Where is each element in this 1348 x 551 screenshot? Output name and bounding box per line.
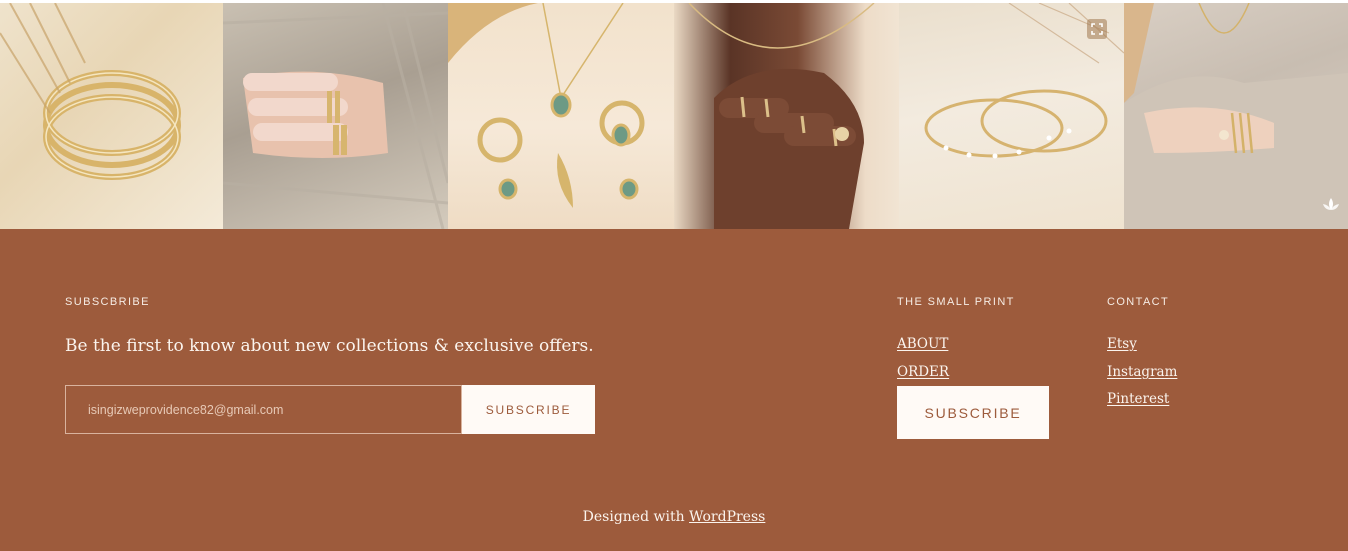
hand-rings-illustration	[688, 3, 875, 229]
gallery-image-hand-rings[interactable]	[674, 3, 899, 229]
subscribe-heading: SUBSCBRIBE	[65, 296, 150, 308]
leaf-logo-icon	[1320, 195, 1342, 217]
subscribe-tagline: Be the first to know about new collectio…	[65, 336, 594, 356]
rings-illustration	[223, 3, 448, 229]
gallery-image-model[interactable]	[1124, 3, 1348, 229]
instagram-gallery	[0, 0, 1348, 229]
gallery-image-bangles[interactable]	[0, 3, 223, 229]
footer-link-about[interactable]: ABOUT	[897, 336, 948, 352]
site-credit: Designed with WordPress	[0, 509, 1348, 525]
small-print-subscribe-button[interactable]: SUBSCRIBE	[897, 386, 1049, 439]
footer-link-instagram[interactable]: Instagram	[1107, 364, 1177, 380]
model-illustration	[1124, 3, 1348, 229]
footer-link-etsy[interactable]: Etsy	[1107, 336, 1137, 352]
gallery-image-rings[interactable]	[223, 3, 448, 229]
email-field[interactable]	[65, 385, 462, 434]
small-print-heading: THE SMALL PRINT	[897, 296, 1015, 308]
gallery-image-crystal-bangles[interactable]	[899, 3, 1124, 229]
bangles-illustration	[0, 3, 181, 180]
wordpress-link[interactable]: WordPress	[689, 509, 765, 525]
credit-prefix: Designed with	[582, 509, 690, 525]
expand-icon[interactable]	[1087, 19, 1107, 39]
jewelry-set-illustration	[448, 3, 645, 208]
subscribe-button[interactable]: SUBSCRIBE	[462, 385, 595, 434]
footer-link-order[interactable]: ORDER	[897, 364, 949, 380]
contact-heading: CONTACT	[1107, 296, 1170, 308]
footer-link-pinterest[interactable]: Pinterest	[1107, 391, 1169, 407]
gallery-image-jewelry-set[interactable]	[448, 3, 674, 229]
